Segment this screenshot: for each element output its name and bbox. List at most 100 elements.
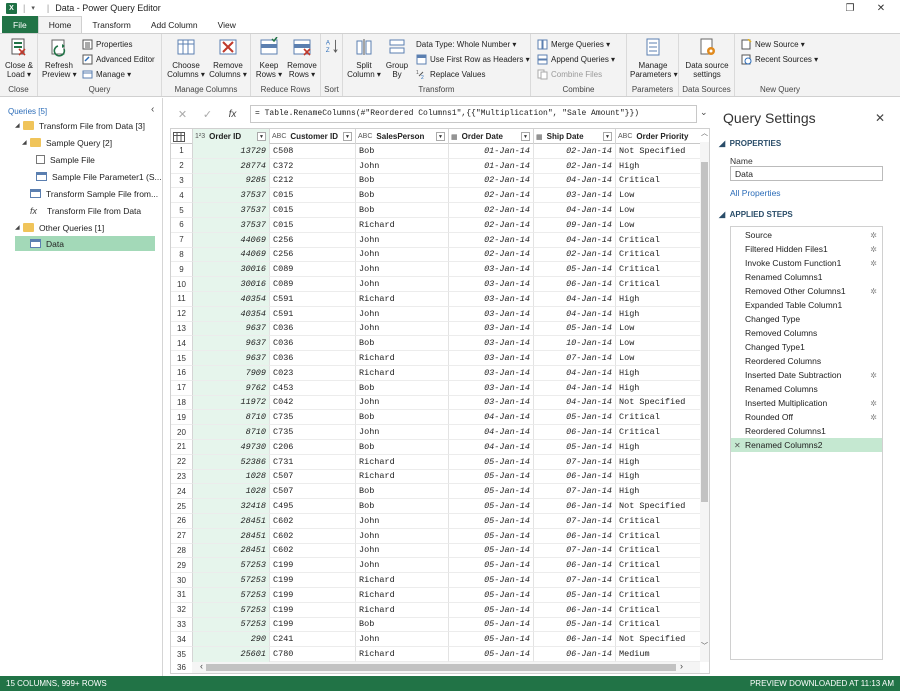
order-id-cell[interactable]: 57253 <box>193 617 270 633</box>
order-id-cell[interactable]: 7909 <box>193 366 270 381</box>
order-priority-cell[interactable]: Critical <box>616 617 701 633</box>
order-priority-cell[interactable]: Not Specified <box>616 499 701 514</box>
step-settings-gear-icon[interactable]: ✲ <box>870 413 877 422</box>
scroll-left-icon[interactable]: ‹ <box>200 661 203 671</box>
row-number[interactable]: 25 <box>171 499 193 514</box>
order-id-cell[interactable]: 1028 <box>193 469 270 485</box>
ship-date-cell[interactable]: 06-Jan-14 <box>534 632 616 648</box>
ship-date-cell[interactable]: 05-Jan-14 <box>534 262 616 278</box>
order-id-cell[interactable]: 8710 <box>193 425 270 440</box>
order-id-cell[interactable]: 9762 <box>193 380 270 396</box>
table-row[interactable]: 18 11972 C042 John 03-Jan-14 04-Jan-14 Not Spe… <box>171 395 701 411</box>
manage-parameters-button[interactable]: Manage Parameters ▾ <box>630 37 678 79</box>
order-id-cell[interactable]: 28451 <box>193 514 270 529</box>
order-date-cell[interactable]: 02-Jan-14 <box>449 247 534 263</box>
applied-step[interactable]: Filtered Hidden Files1 ✲ <box>731 242 882 256</box>
customer-id-cell[interactable]: C036 <box>270 336 356 352</box>
recent-sources-button[interactable]: Recent Sources ▾ <box>741 53 818 66</box>
ship-date-cell[interactable]: 04-Jan-14 <box>534 292 616 307</box>
commit-formula-icon[interactable]: ✓ <box>195 108 220 121</box>
order-id-cell[interactable]: 57253 <box>193 558 270 574</box>
salesperson-cell[interactable]: Richard <box>356 647 449 662</box>
order-priority-cell[interactable]: High <box>616 292 701 307</box>
salesperson-cell[interactable]: Richard <box>356 454 449 470</box>
ship-date-cell[interactable]: 09-Jan-14 <box>534 218 616 233</box>
row-number[interactable]: 1 <box>171 144 193 159</box>
order-id-cell[interactable]: 8710 <box>193 410 270 426</box>
table-row[interactable]: 28 28451 C602 John 05-Jan-14 07-Jan-14 Critica… <box>171 543 701 559</box>
customer-id-cell[interactable]: C089 <box>270 277 356 292</box>
applied-step[interactable]: Rounded Off ✲ <box>731 410 882 424</box>
date-type-icon[interactable]: ▦ <box>451 133 458 141</box>
salesperson-cell[interactable]: Bob <box>356 380 449 396</box>
ship-date-cell[interactable]: 05-Jan-14 <box>534 617 616 633</box>
salesperson-cell[interactable]: Richard <box>356 469 449 485</box>
advanced-editor-button[interactable]: Advanced Editor <box>82 53 155 66</box>
close-settings-icon[interactable]: ✕ <box>875 111 885 125</box>
ship-date-cell[interactable]: 07-Jan-14 <box>534 351 616 366</box>
salesperson-cell[interactable]: Richard <box>356 573 449 588</box>
row-number[interactable]: 22 <box>171 454 193 470</box>
table-row[interactable]: 3 9285 C212 Bob 02-Jan-14 04-Jan-14 Critical <box>171 173 701 189</box>
order-priority-cell[interactable]: Not Specified <box>616 144 701 159</box>
order-priority-cell[interactable]: Critical <box>616 528 701 544</box>
applied-step[interactable]: Changed Type <box>731 312 882 326</box>
scroll-up-icon[interactable]: ︿ <box>700 128 709 138</box>
order-id-cell[interactable]: 11972 <box>193 395 270 411</box>
order-date-cell[interactable]: 05-Jan-14 <box>449 499 534 514</box>
table-row[interactable]: 29 57253 C199 John 05-Jan-14 06-Jan-14 Critica… <box>171 558 701 574</box>
order-date-cell[interactable]: 03-Jan-14 <box>449 321 534 337</box>
row-number[interactable]: 35 <box>171 647 193 662</box>
row-number[interactable]: 21 <box>171 440 193 455</box>
order-priority-cell[interactable]: Low <box>616 351 701 366</box>
table-row[interactable]: 34 290 C241 John 05-Jan-14 06-Jan-14 Not Speci… <box>171 632 701 648</box>
query-group-other-queries[interactable]: ◢ Other Queries [1] <box>15 220 104 235</box>
use-first-row-headers-button[interactable]: Use First Row as Headers ▾ <box>416 53 530 66</box>
ship-date-cell[interactable]: 07-Jan-14 <box>534 543 616 559</box>
customer-id-cell[interactable]: C508 <box>270 144 356 159</box>
salesperson-cell[interactable]: John <box>356 277 449 292</box>
ship-date-cell[interactable]: 05-Jan-14 <box>534 588 616 603</box>
close-load-button[interactable]: Close & Load ▾ <box>4 37 34 79</box>
order-date-cell[interactable]: 05-Jan-14 <box>449 588 534 603</box>
order-priority-cell[interactable]: High <box>616 366 701 381</box>
table-row[interactable]: 31 57253 C199 Richard 05-Jan-14 05-Jan-14 Crit… <box>171 588 701 603</box>
salesperson-cell[interactable]: Bob <box>356 203 449 218</box>
row-number[interactable]: 2 <box>171 158 193 174</box>
row-number[interactable]: 6 <box>171 218 193 233</box>
column-header-salesperson[interactable]: ABC SalesPerson ▼ <box>356 129 449 144</box>
ship-date-cell[interactable]: 06-Jan-14 <box>534 469 616 485</box>
order-date-cell[interactable]: 03-Jan-14 <box>449 366 534 381</box>
ship-date-cell[interactable]: 06-Jan-14 <box>534 277 616 292</box>
query-group-transform-file[interactable]: ◢ Transform File from Data [3] <box>15 118 145 133</box>
order-id-cell[interactable]: 49730 <box>193 440 270 455</box>
order-id-cell[interactable]: 30016 <box>193 262 270 278</box>
row-number[interactable]: 20 <box>171 425 193 440</box>
replace-values-button[interactable]: 12 Replace Values <box>416 68 485 81</box>
split-column-button[interactable]: Split Column ▾ <box>347 37 381 79</box>
salesperson-cell[interactable]: Bob <box>356 144 449 159</box>
salesperson-cell[interactable]: Richard <box>356 588 449 603</box>
ship-date-cell[interactable]: 04-Jan-14 <box>534 203 616 218</box>
order-id-cell[interactable]: 30016 <box>193 277 270 292</box>
salesperson-cell[interactable]: Richard <box>356 602 449 618</box>
row-number[interactable]: 11 <box>171 292 193 307</box>
filter-dropdown-icon[interactable]: ▼ <box>343 132 352 141</box>
query-name-input[interactable]: Data <box>730 166 883 181</box>
properties-button[interactable]: Properties <box>82 38 132 51</box>
order-id-cell[interactable]: 52386 <box>193 454 270 470</box>
customer-id-cell[interactable]: C089 <box>270 262 356 278</box>
ship-date-cell[interactable]: 06-Jan-14 <box>534 499 616 514</box>
order-date-cell[interactable]: 05-Jan-14 <box>449 514 534 529</box>
merge-queries-button[interactable]: Merge Queries ▾ <box>537 38 610 51</box>
order-priority-cell[interactable]: Critical <box>616 514 701 529</box>
salesperson-cell[interactable]: Richard <box>356 366 449 381</box>
group-by-button[interactable]: Group By <box>383 37 411 79</box>
order-priority-cell[interactable]: Critical <box>616 602 701 618</box>
order-date-cell[interactable]: 05-Jan-14 <box>449 528 534 544</box>
order-id-cell[interactable]: 44069 <box>193 247 270 263</box>
ship-date-cell[interactable]: 04-Jan-14 <box>534 366 616 381</box>
order-date-cell[interactable]: 05-Jan-14 <box>449 602 534 618</box>
row-number[interactable]: 8 <box>171 247 193 263</box>
order-priority-cell[interactable]: Low <box>616 203 701 218</box>
